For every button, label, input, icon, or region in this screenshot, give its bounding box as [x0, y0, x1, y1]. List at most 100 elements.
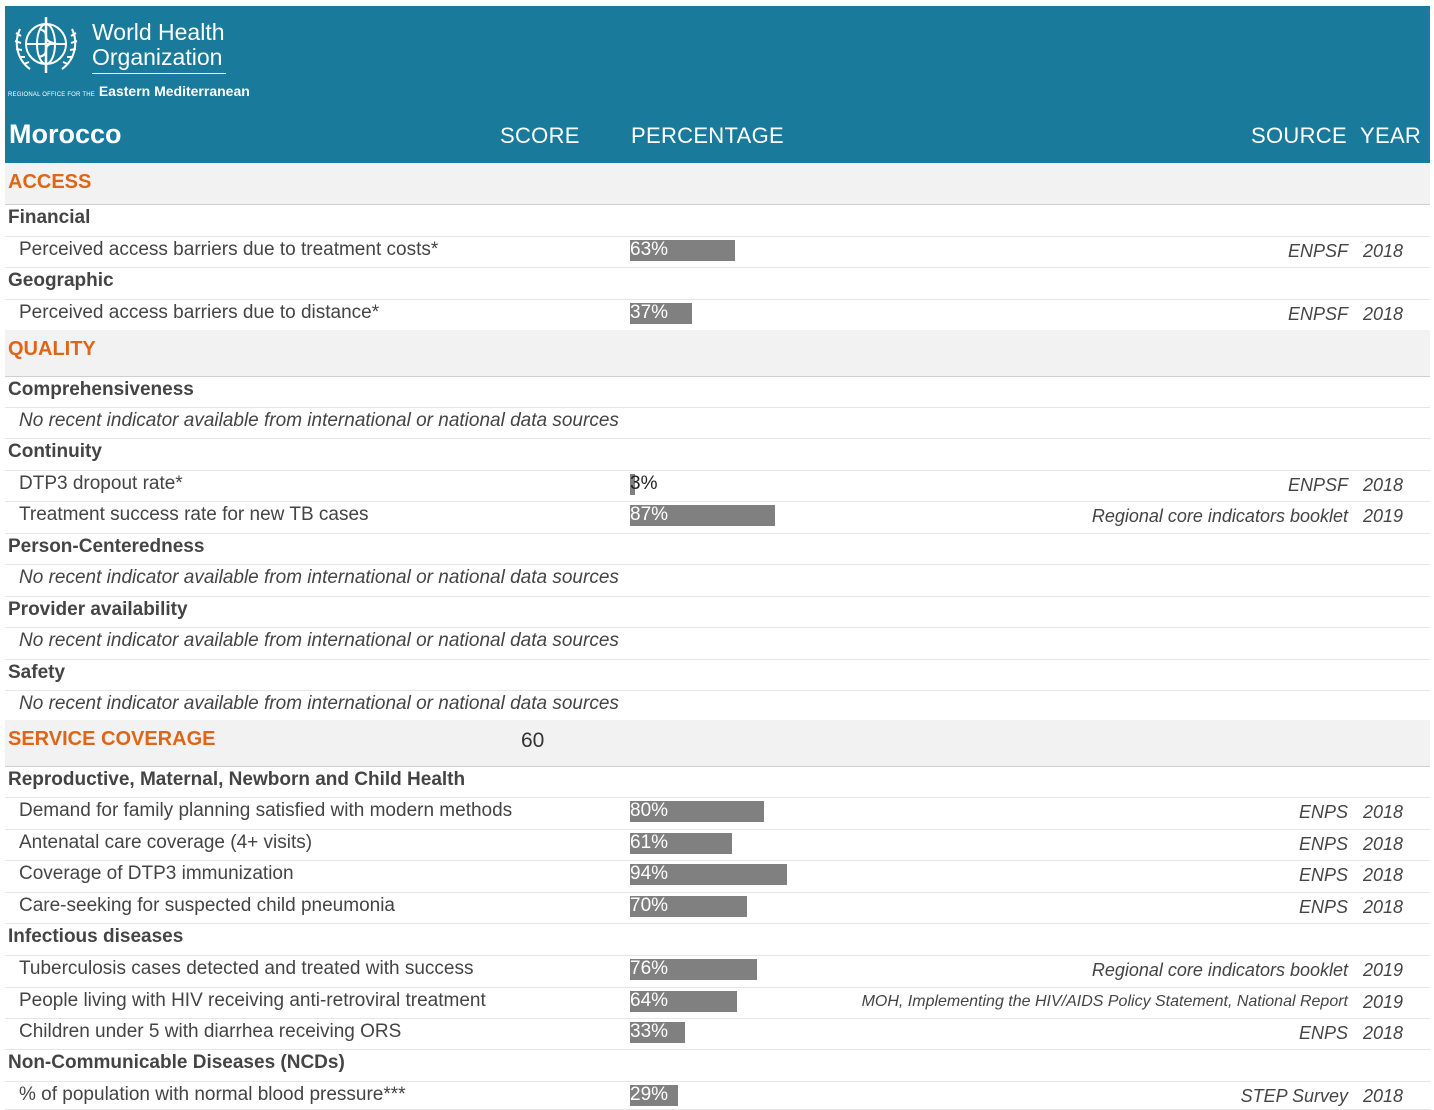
- subcategory-row: Continuity: [5, 438, 1430, 471]
- indicator-label: DTP3 dropout rate*: [19, 473, 183, 494]
- category-label: ACCESS: [8, 171, 92, 193]
- no-data-message: No recent indicator available from inter…: [19, 693, 619, 714]
- subcategory-row: Geographic: [5, 267, 1430, 300]
- subcategory-label: Comprehensiveness: [8, 379, 194, 400]
- indicator-row: Care-seeking for suspected child pneumon…: [5, 892, 1430, 924]
- percentage-value: 61%: [630, 832, 669, 853]
- year-label: 2018: [1362, 304, 1403, 324]
- category-row: ACCESS: [5, 163, 1430, 205]
- logo-region-name: Eastern Mediterranean: [98, 83, 250, 99]
- no-data-row: No recent indicator available from inter…: [5, 690, 1430, 721]
- year-label: 2019: [1362, 960, 1403, 980]
- source-label: ENPSF: [1287, 475, 1348, 495]
- indicator-row: Perceived access barriers due to treatme…: [5, 236, 1430, 268]
- source-label: ENPS: [1298, 834, 1348, 854]
- indicator-row: Tuberculosis cases detected and treated …: [5, 955, 1430, 988]
- source-label: STEP Survey: [1240, 1086, 1348, 1106]
- percentage-value: 63%: [630, 239, 669, 260]
- indicator-row: Demand for family planning satisfied wit…: [5, 797, 1430, 830]
- indicator-label: Demand for family planning satisfied wit…: [19, 800, 513, 821]
- percentage-value: 33%: [630, 1021, 669, 1042]
- indicator-row: Antenatal care coverage (4+ visits) 61% EN…: [5, 829, 1430, 861]
- indicator-label: Perceived access barriers due to treatme…: [19, 239, 439, 260]
- category-label: SERVICE COVERAGE: [8, 728, 216, 750]
- logo-region-prefix: REGIONAL OFFICE FOR THE: [8, 92, 95, 98]
- percentage-value: 80%: [630, 800, 669, 821]
- indicator-label: Perceived access barriers due to distanc…: [19, 302, 380, 323]
- no-data-message: No recent indicator available from inter…: [19, 410, 619, 431]
- year-label: 2018: [1362, 802, 1403, 822]
- year-label: 2018: [1362, 834, 1403, 854]
- percentage-value: 70%: [630, 895, 669, 916]
- subcategory-label: Infectious diseases: [8, 926, 184, 947]
- indicator-label: % of population with normal blood pressu…: [19, 1084, 406, 1105]
- year-label: 2018: [1362, 897, 1403, 917]
- indicator-row: Treatment success rate for new TB cases 8…: [5, 501, 1430, 534]
- subcategory-row: Provider availability: [5, 596, 1430, 628]
- indicator-row: % of population with normal blood pressu…: [5, 1081, 1430, 1110]
- subcategory-label: Geographic: [8, 270, 114, 291]
- indicator-label: Tuberculosis cases detected and treated …: [19, 958, 474, 979]
- percentage-value: 3%: [630, 473, 658, 494]
- indicator-label: Antenatal care coverage (4+ visits): [19, 832, 313, 853]
- subcategory-row: Safety: [5, 659, 1430, 691]
- indicator-label: Children under 5 with diarrhea receiving…: [19, 1021, 402, 1042]
- subcategory-label: Continuity: [8, 441, 102, 462]
- indicator-label: Care-seeking for suspected child pneumon…: [19, 895, 395, 916]
- category-row: SERVICE COVERAGE 60: [5, 720, 1430, 767]
- source-label: ENPSF: [1287, 241, 1348, 261]
- indicator-row: Coverage of DTP3 immunization 94% ENPS 2018: [5, 860, 1430, 893]
- percentage-value: 94%: [630, 863, 669, 884]
- indicator-row: Children under 5 with diarrhea receiving…: [5, 1018, 1430, 1050]
- subcategory-label: Non-Communicable Diseases (NCDs): [8, 1052, 345, 1073]
- no-data-row: No recent indicator available from inter…: [5, 564, 1430, 597]
- percentage-value: 64%: [630, 990, 669, 1011]
- source-label: MOH, Implementing the HIV/AIDS Policy St…: [861, 993, 1348, 1010]
- logo-line-2: Organization: [92, 44, 223, 70]
- column-header-percentage: PERCENTAGE: [631, 123, 784, 148]
- indicator-row: Perceived access barriers due to distanc…: [5, 299, 1430, 331]
- subcategory-label: Reproductive, Maternal, Newborn and Chil…: [8, 769, 466, 790]
- subcategory-row: Reproductive, Maternal, Newborn and Chil…: [5, 766, 1430, 798]
- subcategory-row: Person-Centeredness: [5, 533, 1430, 565]
- column-header-source: SOURCE: [1251, 123, 1347, 148]
- country-title: Morocco: [9, 119, 122, 149]
- indicator-row: People living with HIV receiving anti-re…: [5, 987, 1430, 1019]
- subcategory-row: Non-Communicable Diseases (NCDs): [5, 1049, 1430, 1082]
- logo-region: REGIONAL OFFICE FOR THE Eastern Mediterr…: [8, 83, 250, 99]
- report-header: World Health Organization REGIONAL OFFIC…: [5, 6, 1430, 163]
- year-label: 2018: [1362, 865, 1403, 885]
- no-data-message: No recent indicator available from inter…: [19, 567, 619, 588]
- subcategory-label: Financial: [8, 207, 91, 228]
- indicator-label: People living with HIV receiving anti-re…: [19, 990, 486, 1011]
- source-label: ENPS: [1298, 802, 1348, 822]
- column-header-year: YEAR: [1360, 123, 1422, 148]
- indicator-label: Coverage of DTP3 immunization: [19, 863, 294, 884]
- percentage-value: 76%: [630, 958, 669, 979]
- year-label: 2018: [1362, 1086, 1403, 1106]
- who-logo: World Health Organization REGIONAL OFFIC…: [8, 11, 250, 103]
- indicator-row: DTP3 dropout rate* 3% ENPSF 2018: [5, 470, 1430, 502]
- year-label: 2018: [1362, 241, 1403, 261]
- source-label: ENPSF: [1287, 304, 1348, 324]
- indicator-label: Treatment success rate for new TB cases: [19, 504, 369, 525]
- year-label: 2018: [1362, 475, 1403, 495]
- source-label: Regional core indicators booklet: [1091, 960, 1348, 980]
- category-row: QUALITY: [5, 330, 1430, 377]
- subcategory-row: Comprehensiveness: [5, 376, 1430, 408]
- source-label: ENPS: [1298, 897, 1348, 917]
- no-data-row: No recent indicator available from inter…: [5, 407, 1430, 439]
- year-label: 2018: [1362, 1023, 1403, 1043]
- source-label: ENPS: [1298, 1023, 1348, 1043]
- who-emblem-icon: [14, 17, 78, 73]
- year-label: 2019: [1362, 992, 1403, 1012]
- subcategory-label: Safety: [8, 662, 66, 683]
- category-label: QUALITY: [8, 338, 96, 360]
- no-data-row: No recent indicator available from inter…: [5, 627, 1430, 660]
- subcategory-row: Financial: [5, 204, 1430, 237]
- source-label: ENPS: [1298, 865, 1348, 885]
- category-score: 60: [521, 729, 545, 752]
- subcategory-label: Person-Centeredness: [8, 536, 205, 557]
- year-label: 2019: [1362, 506, 1403, 526]
- no-data-message: No recent indicator available from inter…: [19, 630, 619, 651]
